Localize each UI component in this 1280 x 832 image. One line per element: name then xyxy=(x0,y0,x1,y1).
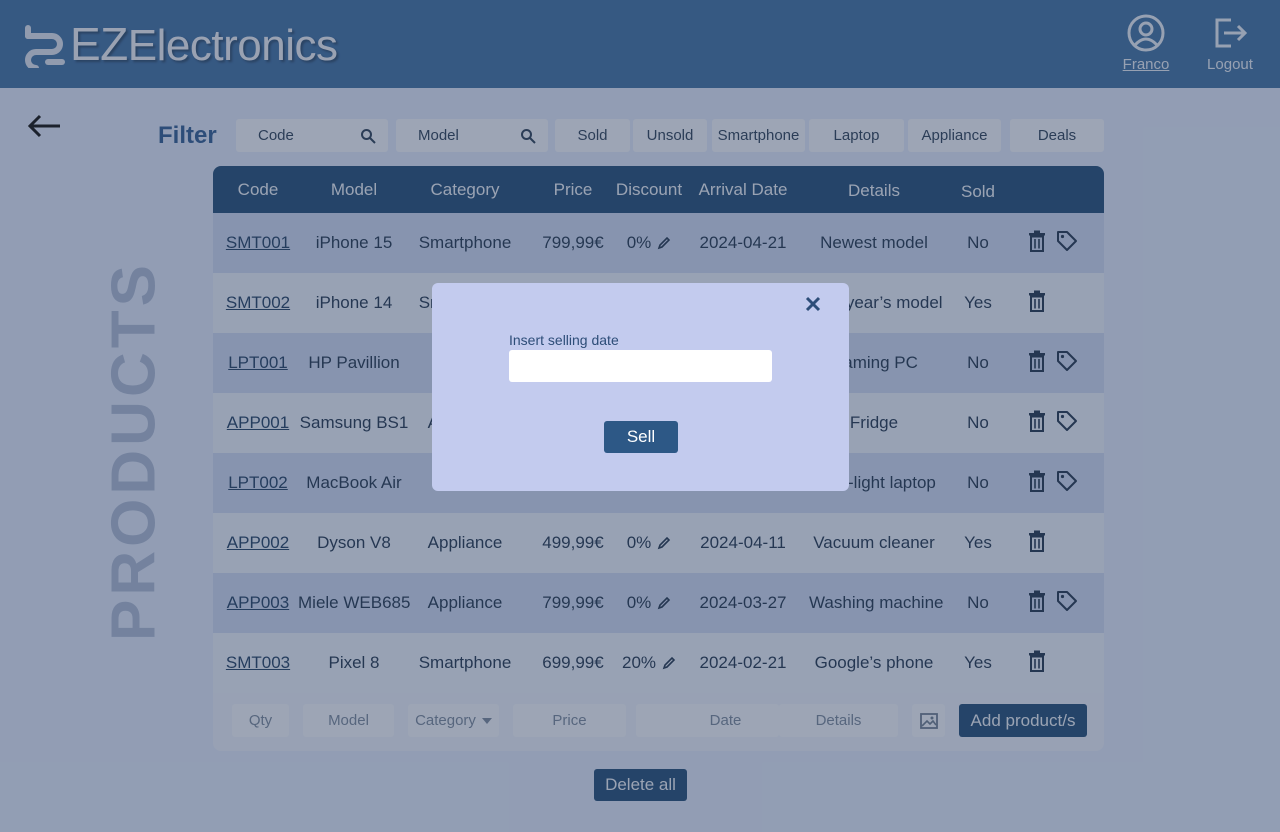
selling-date-label: Insert selling date xyxy=(509,332,619,348)
sell-button[interactable]: Sell xyxy=(604,421,678,453)
selling-date-input[interactable] xyxy=(509,350,772,382)
close-modal-button[interactable] xyxy=(805,296,821,317)
close-icon xyxy=(805,296,821,312)
sell-modal: Insert selling date Sell xyxy=(432,283,849,491)
